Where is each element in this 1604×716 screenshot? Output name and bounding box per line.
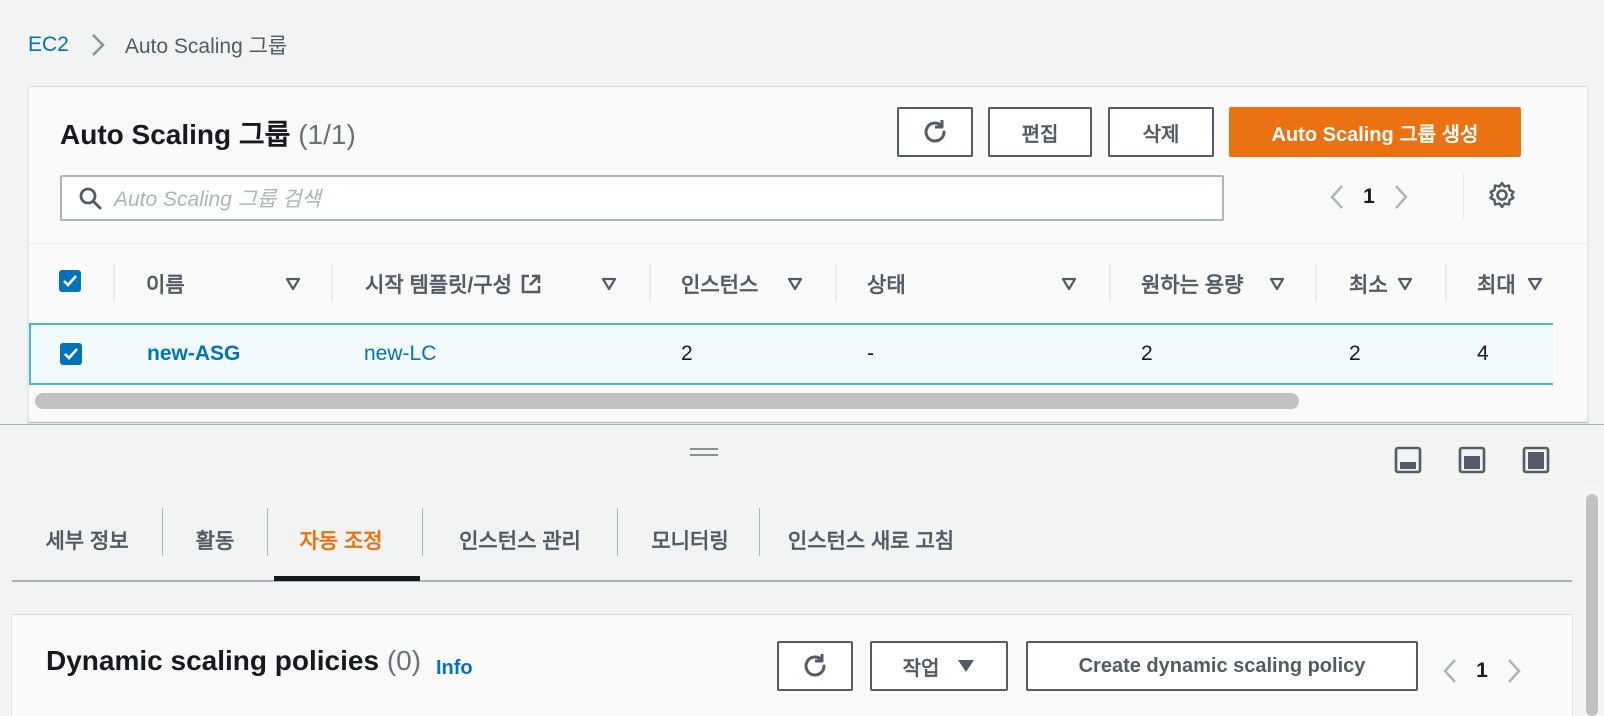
cell-min: 2: [1349, 342, 1361, 365]
gear-icon[interactable]: [1488, 181, 1516, 214]
panel-title: Auto Scaling 그룹 (1/1): [60, 113, 356, 153]
create-asg-button[interactable]: Auto Scaling 그룹 생성: [1229, 107, 1521, 157]
tab-automatic-scaling[interactable]: 자동 조정: [268, 500, 414, 580]
asg-name-link[interactable]: new-ASG: [147, 325, 240, 383]
tab-activity[interactable]: 활동: [163, 500, 267, 580]
sort-icon[interactable]: [1061, 277, 1077, 291]
cell-desired: 2: [1141, 342, 1153, 365]
create-policy-button[interactable]: Create dynamic scaling policy: [1026, 641, 1418, 691]
tab-instance-refresh[interactable]: 인스턴스 새로 고침: [760, 500, 982, 580]
sort-icon[interactable]: [1269, 277, 1285, 291]
refresh-icon: [804, 654, 826, 677]
col-header-max[interactable]: 최대: [1477, 244, 1516, 324]
col-header-desired-label: 원하는 용량: [1141, 274, 1244, 297]
col-header-launch-template[interactable]: 시작 템플릿/구성: [365, 244, 542, 324]
policies-title-text: Dynamic scaling policies: [46, 645, 380, 676]
refresh-icon: [924, 120, 946, 143]
select-all-checkbox[interactable]: [59, 270, 81, 292]
col-header-instances-label: 인스턴스: [681, 274, 759, 297]
pager-divider: [1463, 173, 1464, 219]
col-header-name-label: 이름: [146, 274, 185, 297]
asg-pagination: 1: [1323, 179, 1415, 215]
asg-panel: Auto Scaling 그룹 (1/1) 편집 삭제 Auto Scaling…: [28, 86, 1588, 422]
active-tab-indicator: [274, 576, 420, 581]
col-header-desired[interactable]: 원하는 용량: [1141, 244, 1243, 324]
col-header-min[interactable]: 최소: [1349, 244, 1388, 324]
caret-down-icon: [958, 660, 975, 672]
launch-config-link[interactable]: new-LC: [364, 325, 436, 383]
breadcrumb-current: Auto Scaling 그룹: [124, 35, 288, 58]
policies-count: (0): [386, 645, 422, 676]
next-page-icon[interactable]: [1387, 184, 1415, 210]
column-divider: [113, 264, 115, 302]
column-divider: [835, 264, 837, 302]
search-icon: [79, 187, 102, 210]
edit-button[interactable]: 편집: [988, 107, 1092, 157]
sort-icon[interactable]: [787, 277, 803, 291]
actions-dropdown-button[interactable]: 작업: [870, 641, 1008, 691]
prev-page-icon[interactable]: [1436, 658, 1464, 684]
col-header-max-label: 최대: [1477, 274, 1516, 297]
column-divider: [649, 264, 651, 302]
column-divider: [1315, 264, 1317, 302]
horizontal-scrollbar-thumb[interactable]: [35, 393, 1299, 409]
column-divider: [331, 264, 333, 302]
cell-instances: 2: [681, 342, 693, 365]
table-header: 이름 시작 템플릿/구성 인스턴스 상태 원하는 용량 최소 최대: [29, 243, 1587, 324]
current-page[interactable]: 1: [1351, 185, 1387, 209]
breadcrumb: EC2 Auto Scaling 그룹: [28, 30, 287, 60]
table-row[interactable]: new-ASG new-LC 2 - 2 2 4: [29, 323, 1553, 385]
cell-status: -: [867, 342, 874, 365]
refresh-policies-button[interactable]: [777, 641, 853, 691]
detail-tabs: 세부 정보 활동 자동 조정 인스턴스 관리 모니터링 인스턴스 새로 고침: [12, 500, 1572, 582]
policies-current-page[interactable]: 1: [1464, 659, 1500, 683]
resize-handle-icon[interactable]: [690, 448, 718, 460]
split-panel-divider: [0, 424, 1604, 425]
info-link[interactable]: Info: [436, 657, 473, 680]
policies-pagination: 1: [1436, 653, 1528, 689]
col-header-instances[interactable]: 인스턴스: [681, 244, 758, 324]
sort-icon[interactable]: [285, 277, 301, 291]
vertical-scrollbar-thumb[interactable]: [1586, 494, 1598, 716]
sort-icon[interactable]: [1397, 277, 1413, 291]
col-header-launch-label: 시작 템플릿/구성: [365, 274, 512, 297]
policies-title: Dynamic scaling policies (0): [46, 645, 421, 677]
chevron-right-icon: [91, 33, 105, 57]
cell-max: 4: [1477, 342, 1489, 365]
refresh-button[interactable]: [897, 107, 973, 157]
panel-count: (1/1): [298, 119, 356, 150]
panel-side-position-icon[interactable]: [1458, 446, 1486, 474]
row-checkbox[interactable]: [60, 343, 82, 365]
column-divider: [1109, 264, 1111, 302]
sort-icon[interactable]: [1527, 277, 1543, 291]
tab-instance-management[interactable]: 인스턴스 관리: [423, 500, 617, 580]
external-link-icon: [521, 274, 541, 294]
panel-full-position-icon[interactable]: [1522, 446, 1550, 474]
col-header-status[interactable]: 상태: [867, 244, 906, 324]
actions-label: 작업: [902, 657, 940, 680]
panel-bottom-position-icon[interactable]: [1394, 446, 1422, 474]
sort-icon[interactable]: [601, 277, 617, 291]
col-header-name[interactable]: 이름: [146, 244, 185, 324]
tab-monitoring[interactable]: 모니터링: [618, 500, 762, 580]
column-divider: [1445, 264, 1447, 302]
delete-button[interactable]: 삭제: [1108, 107, 1214, 157]
tab-details[interactable]: 세부 정보: [12, 500, 162, 580]
breadcrumb-ec2-link[interactable]: EC2: [28, 33, 69, 57]
search-placeholder: Auto Scaling 그룹 검색: [114, 188, 321, 211]
col-header-status-label: 상태: [867, 274, 906, 297]
dynamic-scaling-panel: Dynamic scaling policies (0) Info 작업 Cre…: [12, 614, 1572, 716]
prev-page-icon[interactable]: [1323, 184, 1351, 210]
check-icon: [64, 348, 78, 360]
asg-search-input[interactable]: Auto Scaling 그룹 검색: [60, 175, 1224, 221]
panel-title-text: Auto Scaling 그룹: [60, 119, 291, 150]
check-icon: [63, 275, 77, 287]
col-header-min-label: 최소: [1349, 274, 1388, 297]
next-page-icon[interactable]: [1500, 658, 1528, 684]
